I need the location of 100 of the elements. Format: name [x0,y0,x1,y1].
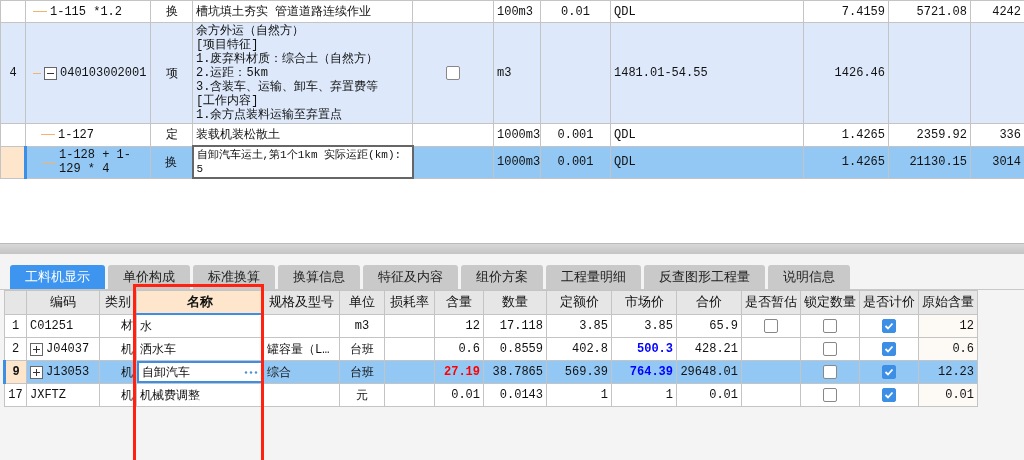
tab[interactable]: 特征及内容 [363,265,458,289]
expression-cell: 1481.01-54.55 [614,66,708,80]
code-cell: J13053 [46,365,90,379]
unit-cell: 100m3 [497,4,533,19]
tab[interactable]: 工程量明细 [546,265,641,289]
category-cell: 机 [121,365,133,380]
horizontal-scrollbar[interactable] [0,243,1024,254]
market-price-cell: 764.39 [629,365,673,379]
original-content-cell: 0.01 [945,388,974,402]
tab[interactable]: 标准换算 [193,265,275,289]
value-cell: 1.4265 [841,155,885,169]
original-content-cell: 12 [959,318,974,333]
tree-line [42,161,56,163]
checkbox[interactable] [823,318,837,333]
checkbox[interactable] [823,364,837,379]
value-cell: 1.4265 [841,127,885,142]
spec-cell: 综合 [267,365,291,380]
name-cell: 洒水车 [140,342,176,357]
plus-icon [32,344,41,354]
checkbox[interactable] [882,341,896,356]
quantity-cell: 17.118 [499,318,543,333]
value-cell: 4242 [992,4,1021,19]
quantity-cell: 0.01 [561,4,590,19]
checkmark-icon [884,320,894,331]
quota-price-cell: 569.39 [564,365,608,379]
checkbox[interactable] [823,387,837,402]
checkbox[interactable] [882,318,896,333]
name-cell-text: 装载机装松散土 [196,126,281,143]
original-content-cell: 0.6 [952,342,974,356]
tab[interactable]: 说明信息 [768,265,850,289]
category-cell: 机 [121,342,133,357]
tab[interactable]: 反查图形工程量 [644,265,765,289]
checkbox[interactable] [882,364,896,379]
name-cell: 机械费调整 [140,388,200,403]
value-cell: 2359.92 [916,127,967,142]
total-price-cell: 0.01 [709,388,738,402]
unit-cell: 1000m3 [497,127,540,142]
unit-cell: 台班 [350,342,374,357]
value-cell: 336 [999,127,1021,142]
name-field[interactable]: 自卸汽车 [137,361,263,383]
tab[interactable]: 换算信息 [278,265,360,289]
tab[interactable]: 单价构成 [108,265,190,289]
unit-cell: m3 [497,66,512,80]
checkmark-icon [884,343,894,354]
tree-line [33,72,41,74]
checkbox[interactable] [882,387,896,402]
checkbox[interactable] [764,318,778,333]
checkbox[interactable] [823,341,837,356]
market-price-cell: 3.85 [644,318,673,333]
quota-price-cell: 1 [600,388,608,402]
expand-toggle[interactable] [30,342,43,356]
market-price-cell: 500.3 [637,342,673,356]
total-price-cell: 428.21 [694,342,738,356]
category-cell: 材 [121,319,133,334]
quantity-cell: 0.001 [557,155,594,169]
row-number: 9 [4,360,27,384]
type-cell: 项 [150,22,193,124]
unit-cell: 1000m3 [497,155,540,169]
quantity-cell: 0.8559 [499,342,543,356]
collapse-toggle[interactable] [44,66,57,80]
type-cell: 定 [150,123,193,146]
total-price-cell: 65.9 [709,318,738,333]
content-cell: 0.01 [451,388,480,402]
column-header[interactable]: 名称 [187,294,213,309]
checkbox[interactable] [446,65,460,80]
row-number: 1 [4,314,27,338]
unit-cell: 台班 [350,365,374,380]
code-cell: J04037 [46,342,90,356]
tab[interactable]: 组价方案 [461,265,543,289]
row-number: 4 [9,66,17,80]
expression-cell: QDL [614,127,636,142]
expand-toggle[interactable] [30,365,43,379]
content-cell: 27.19 [444,365,480,379]
code-cell-text: 1-128 + 1-129 * 4 [59,148,132,176]
name-cell-text: 余方外运（自然方） [项目特征] 1.废弃料材质：综合土（自然方） 2.运距：5km 3.含装车、运输、卸车、弃置费等 [工作内容] 1.余方点装料运输至弃置点 [196,23,380,123]
more-icon[interactable] [244,370,258,374]
market-price-cell: 1 [665,388,673,402]
code-cell: 1-115 *1.2 [50,4,122,19]
expression-cell: QDL [614,155,636,169]
value-cell: 5721.08 [916,4,967,19]
quota-price-cell: 402.8 [572,342,608,356]
checkmark-icon [884,389,894,400]
category-cell: 机 [121,388,133,403]
row-number: 17 [4,383,27,407]
unit-cell: 元 [356,388,368,403]
name-cell: 水 [140,319,152,334]
total-price-cell: 29648.01 [680,365,738,379]
original-content-cell: 12.23 [938,365,974,379]
code-cell: 040103002001 [60,66,147,80]
plus-icon [32,367,41,377]
quota-price-cell: 3.85 [579,318,608,333]
spec-cell: 罐容量（L… [267,342,330,357]
expression-cell: QDL [614,4,636,19]
content-cell: 12 [465,318,480,333]
code-cell: C01251 [30,318,74,333]
code-cell: JXFTZ [30,388,66,402]
code-cell: 1-127 [58,127,94,142]
unit-cell: m3 [354,318,370,333]
quantity-cell: 0.0143 [499,388,543,402]
row-number: 2 [4,337,27,361]
